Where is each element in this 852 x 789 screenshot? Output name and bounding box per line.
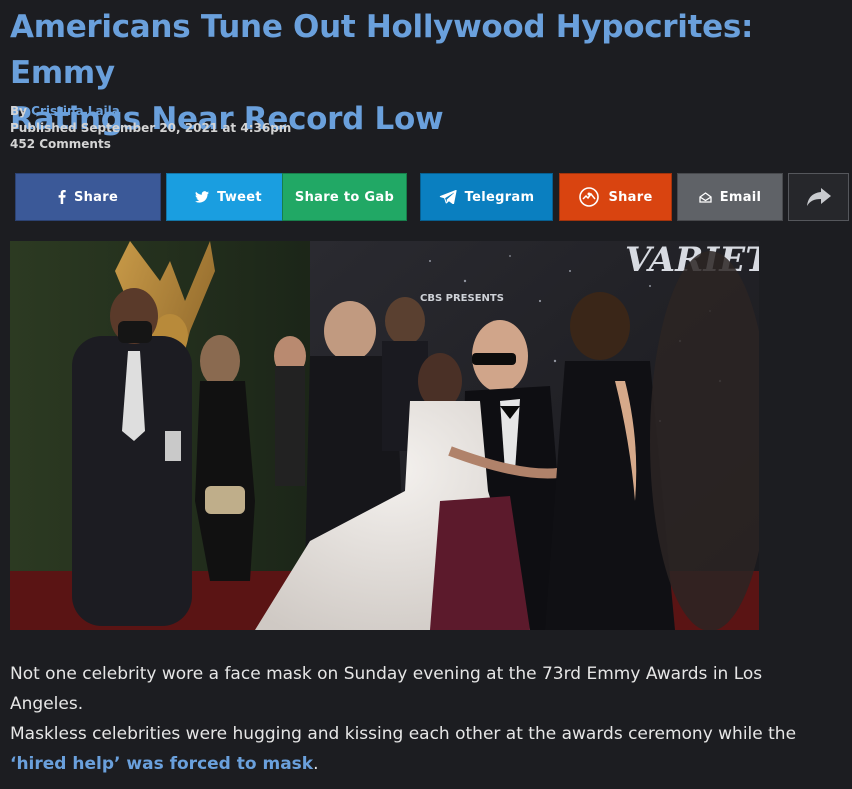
telegram-share-label: Telegram [464,189,535,205]
gettr-share-label: Share [608,189,653,205]
more-share-button[interactable] [788,173,849,221]
forward-arrow-icon [806,187,832,207]
telegram-plane-icon [439,190,457,204]
twitter-tweet-button[interactable]: Tweet [166,173,291,221]
gab-share-label: Share to Gab [294,189,395,205]
cbs-presents-text: CBS PRESENTS [420,293,504,304]
twitter-bird-icon [195,191,210,203]
emmy-red-carpet-photo: VARIETY CBS PRESENTS [10,241,759,630]
email-share-button[interactable]: Email [677,173,783,221]
gettr-share-button[interactable]: Share [559,173,672,221]
security-guard-figure [72,288,192,626]
envelope-icon [699,191,712,203]
by-prefix: By [10,104,32,118]
facebook-share-label: Share [73,189,119,205]
email-share-label: Email [719,189,762,205]
share-bar: Share Tweet Share to Gab Telegram Share … [15,173,851,221]
paragraph-2-text: Maskless celebrities were hugging and ki… [10,724,797,744]
gettr-icon [578,186,600,208]
paragraph-2-end: . [313,754,319,774]
comments-count[interactable]: 452 Comments [10,136,291,153]
author-link[interactable]: Cristina Laila [31,104,120,118]
twitter-tweet-label: Tweet [217,189,262,205]
headline-line-1: Americans Tune Out Hollywood Hypocrites:… [10,9,754,91]
article-paragraph-1: Not one celebrity wore a face mask on Su… [10,664,763,714]
published-date: Published September 20, 2021 at 4:36pm [10,120,292,135]
facebook-icon [58,190,66,204]
article-hero-image: VARIETY CBS PRESENTS [10,241,759,630]
gab-share-button[interactable]: Share to Gab [282,173,407,221]
article-paragraph-2: Maskless celebrities were hugging and ki… [10,719,840,779]
byline: By Cristina Laila [10,103,291,120]
facebook-share-button[interactable]: Share [15,173,161,221]
article-meta: By Cristina Laila Published September 20… [10,103,291,153]
hired-help-link[interactable]: ‘hired help’ was forced to mask [10,754,313,774]
telegram-share-button[interactable]: Telegram [420,173,553,221]
